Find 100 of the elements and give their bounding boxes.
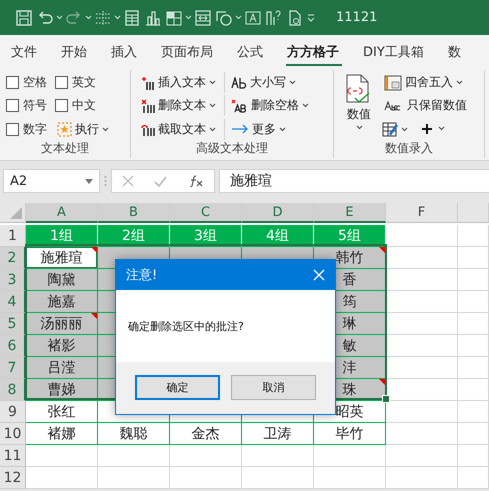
delete-text-icon: [141, 98, 155, 113]
row-header[interactable]: 5: [0, 313, 26, 335]
table-cell: 张红: [26, 401, 98, 423]
checkbox[interactable]: [55, 76, 68, 89]
extract-text-icon: [141, 122, 155, 136]
empty-cell: [386, 467, 458, 489]
empty-cell: [386, 445, 458, 467]
table-cell: 3组: [170, 225, 242, 247]
caret-icon[interactable]: [114, 15, 121, 20]
round-icon: [384, 74, 402, 90]
column-header[interactable]: E: [314, 203, 386, 223]
checkbox-label: 英文: [72, 74, 96, 91]
empty-cell: [242, 467, 314, 489]
number-button[interactable]: 数值: [340, 72, 378, 140]
ribbon-button[interactable]: 截取文本: [139, 118, 218, 140]
table-cell: 施嘉: [26, 291, 98, 313]
caret-icon: [356, 125, 362, 130]
ribbon-button[interactable]: 更多: [224, 118, 311, 140]
row-header[interactable]: 11: [0, 445, 26, 467]
row-header[interactable]: 12: [0, 467, 26, 489]
caret-icon: [209, 103, 216, 108]
checkbox-label: 空格: [23, 74, 47, 91]
table-cell: 金杰: [170, 423, 242, 445]
column-header[interactable]: D: [242, 203, 314, 223]
name-box[interactable]: A2: [3, 169, 100, 193]
empty-cell: [458, 423, 489, 445]
dialog-button[interactable]: 确定: [135, 375, 220, 400]
row-header[interactable]: 3: [0, 269, 26, 291]
customize-menu-icon[interactable]: [306, 12, 316, 22]
checkbox[interactable]: [55, 99, 68, 112]
plus-icon[interactable]: [422, 122, 446, 134]
checkbox-label: 中文: [72, 97, 96, 114]
caret-icon[interactable]: [85, 15, 92, 20]
ribbon-button[interactable]: 只保留数值: [382, 95, 469, 116]
close-icon[interactable]: [313, 269, 325, 281]
function-icon[interactable]: [188, 175, 204, 187]
caret-icon[interactable]: [185, 15, 192, 20]
row-header[interactable]: 7: [0, 357, 26, 379]
table-cell: 吕滢: [26, 357, 98, 379]
formula-field[interactable]: 施雅瑄: [219, 169, 489, 193]
checkbox-label: 数字: [23, 120, 47, 138]
empty-cell: [458, 335, 489, 357]
dialog-button[interactable]: 取消: [231, 375, 316, 400]
checkbox[interactable]: [6, 99, 19, 112]
checkbox[interactable]: [6, 122, 19, 136]
group-label: 数值录入: [384, 140, 434, 157]
caret-icon[interactable]: [56, 15, 63, 20]
empty-cell: [458, 291, 489, 313]
empty-cell: [458, 467, 489, 489]
dialog-title: 注意!: [126, 267, 158, 284]
ribbon-tab[interactable]: 插入: [100, 35, 150, 68]
ribbon-button[interactable]: 四舍五入: [382, 72, 469, 93]
delete-space-icon: [231, 98, 248, 113]
ribbon-tab[interactable]: 开始: [50, 35, 100, 68]
caret-icon: [289, 80, 296, 85]
caret-icon: [209, 126, 216, 132]
row-header[interactable]: 9: [0, 401, 26, 423]
arrow-right-icon: [231, 124, 249, 134]
ribbon-tab[interactable]: 方方格子: [276, 35, 352, 68]
insert-text-icon: [141, 76, 155, 90]
ribbon-button[interactable]: 删除空格: [224, 95, 311, 116]
check-icon[interactable]: [154, 176, 168, 186]
empty-cell: [98, 445, 170, 467]
table-cell: 陶黛: [26, 269, 98, 291]
checkbox[interactable]: [6, 76, 19, 89]
empty-cell: [314, 445, 386, 467]
table-pencil-icon[interactable]: [382, 120, 408, 136]
ribbon-tab[interactable]: DIY工具箱: [352, 35, 437, 68]
row-header[interactable]: 8: [0, 379, 26, 401]
table-cell: 施雅瑄: [26, 247, 98, 269]
window-title: 11121: [336, 10, 378, 25]
ribbon-tab[interactable]: 数: [436, 35, 474, 68]
dialog-message: 确定删除选区中的批注?: [128, 318, 244, 334]
ribbon-tab[interactable]: 公式: [226, 35, 276, 68]
row-header[interactable]: 4: [0, 291, 26, 313]
table-cell: 5组: [314, 225, 386, 247]
caret-icon[interactable]: [235, 15, 242, 20]
table-cell: 2组: [98, 225, 170, 247]
column-header[interactable]: F: [386, 203, 458, 223]
caret-icon: [209, 80, 216, 85]
table-cell: 1组: [26, 225, 98, 247]
row-header[interactable]: 1: [0, 225, 26, 247]
ribbon-button[interactable]: 插入文本: [139, 72, 218, 93]
fill-handle[interactable]: [382, 395, 390, 403]
ribbon-button[interactable]: 删除文本: [139, 95, 218, 116]
row-header[interactable]: 6: [0, 335, 26, 357]
fit-icon[interactable]: [193, 8, 213, 28]
save-icon[interactable]: [14, 8, 34, 28]
letter-case-icon: [231, 76, 247, 88]
column-header[interactable]: C: [170, 203, 242, 223]
ribbon-tab[interactable]: 页面布局: [150, 35, 226, 68]
column-header[interactable]: A: [26, 203, 98, 223]
group-label: 文本处理: [40, 140, 90, 157]
ribbon-button[interactable]: 大小写: [224, 72, 311, 93]
row-header[interactable]: 2: [0, 247, 26, 269]
column-header[interactable]: B: [98, 203, 170, 223]
ribbon-tab[interactable]: 文件: [0, 35, 50, 68]
row-header[interactable]: 10: [0, 423, 26, 445]
run-button[interactable]: 执行: [55, 118, 111, 140]
empty-cell: [458, 313, 489, 335]
